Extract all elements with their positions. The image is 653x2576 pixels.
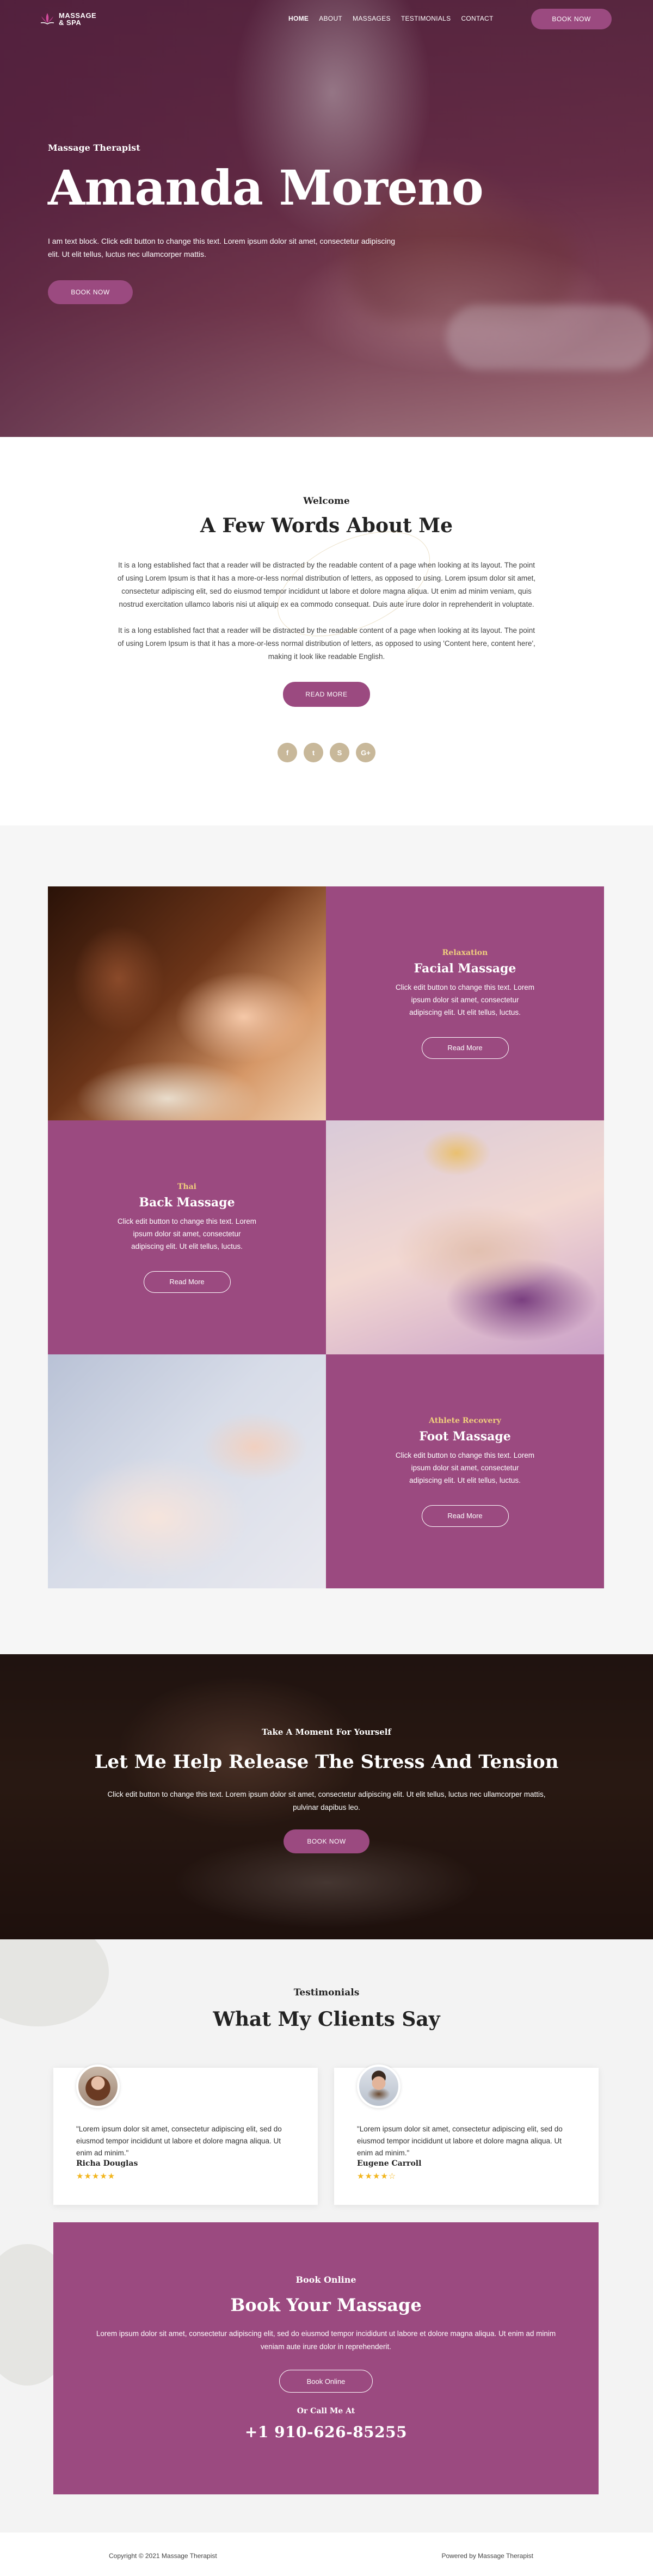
skype-icon[interactable]: S [330,743,349,762]
hero-section: MASSAGE & SPA HOME ABOUT MASSAGES TESTIM… [0,0,653,437]
hero-image-pillow [446,305,653,370]
star-rating-icon: ★★★★★ [76,2172,116,2181]
service-card-foot: Athlete Recovery Foot Massage Click edit… [326,1354,604,1588]
service-card-back: Thai Back Massage Click edit button to c… [48,1120,326,1354]
testimonial-cards: "Lorem ipsum dolor sit amet, consectetur… [53,2065,599,2205]
service-title: Foot Massage [419,1429,511,1444]
top-nav: MASSAGE & SPA HOME ABOUT MASSAGES TESTIM… [0,0,653,38]
avatar [76,2065,120,2108]
book-online-button[interactable]: Book Online [279,2370,373,2393]
facebook-icon[interactable]: f [278,743,297,762]
service-card-facial: Relaxation Facial Massage Click edit but… [326,886,604,1120]
testimonials-section: Testimonials What My Clients Say "Lorem … [0,1939,653,2532]
banner-text: Click edit button to change this text. L… [107,1790,546,1811]
call-label: Or Call Me At [297,2407,355,2415]
service-title: Facial Massage [414,961,516,976]
testimonial-card: "Lorem ipsum dolor sit amet, consectetur… [53,2065,318,2205]
twitter-icon[interactable]: t [304,743,323,762]
main-menu: HOME ABOUT MASSAGES TESTIMONIALS CONTACT [288,15,504,22]
hero-subtitle: Massage Therapist [48,143,140,153]
booking-text: Lorem ipsum dolor sit amet, consectetur … [96,2330,556,2351]
testimonial-quote: "Lorem ipsum dolor sit amet, consectetur… [76,2125,282,2157]
about-title: A Few Words About Me [200,514,453,537]
nav-about[interactable]: ABOUT [319,15,342,22]
google-plus-icon[interactable]: G+ [356,743,375,762]
powered-by-text: Powered by Massage Therapist [441,2552,533,2560]
hero-text: I am text block. Click edit button to ch… [48,237,396,258]
service-category: Athlete Recovery [429,1416,501,1425]
testimonial-author: Richa Douglas [76,2159,138,2168]
footer: Copyright © 2021 Massage Therapist Power… [0,2532,653,2576]
banner-content: Take A Moment For Yourself Let Me Help R… [0,1654,653,1853]
services-section: Relaxation Facial Massage Click edit but… [0,825,653,1654]
facial-read-more-button[interactable]: Read More [421,1037,509,1059]
facial-massage-image [48,886,326,1120]
copyright-text: Copyright © 2021 Massage Therapist [109,2552,217,2560]
hero-book-now-button[interactable]: BOOK NOW [48,280,133,304]
logo-line-2: & SPA [59,19,82,27]
hero-content: Massage Therapist Amanda Moreno I am tex… [48,143,484,304]
service-text: Click edit button to change this text. L… [395,983,535,1016]
star-rating-icon: ★★★★☆ [357,2172,397,2181]
testimonial-card: "Lorem ipsum dolor sit amet, consectetur… [334,2065,599,2205]
testimonial-author: Eugene Carroll [357,2159,422,2168]
logo-text: MASSAGE & SPA [59,12,96,26]
testimonials-label: Testimonials [293,1987,360,1998]
lotus-logo-icon [40,13,54,24]
back-massage-image [326,1120,604,1354]
testimonial-quote: "Lorem ipsum dolor sit amet, consectetur… [357,2125,563,2157]
foot-massage-image [48,1354,326,1588]
logo[interactable]: MASSAGE & SPA [39,11,96,27]
banner-subtitle: Take A Moment For Yourself [262,1727,391,1737]
banner-title: Let Me Help Release The Stress And Tensi… [94,1751,559,1773]
services-grid: Relaxation Facial Massage Click edit but… [48,886,604,1588]
cta-banner: Take A Moment For Yourself Let Me Help R… [0,1654,653,1939]
booking-title: Book Your Massage [230,2295,422,2315]
nav-massages[interactable]: MASSAGES [353,15,391,22]
service-title: Back Massage [139,1195,235,1210]
social-links: f t S G+ [0,743,653,762]
hero-title: Amanda Moreno [48,159,484,216]
nav-testimonials[interactable]: TESTIMONIALS [401,15,451,22]
testimonials-title: What My Clients Say [213,2008,440,2031]
service-text: Click edit button to change this text. L… [117,1217,257,1250]
about-section: Welcome A Few Words About Me It is a lon… [0,437,653,825]
service-category: Relaxation [442,948,488,957]
read-more-button[interactable]: READ MORE [283,682,370,707]
booking-panel: Book Online Book Your Massage Lorem ipsu… [53,2222,599,2494]
nav-home[interactable]: HOME [288,15,309,22]
service-category: Thai [177,1182,196,1191]
booking-subtitle: Book Online [295,2275,356,2285]
banner-book-now-button[interactable]: BOOK NOW [284,1829,369,1853]
phone-number[interactable]: +1 910-626-85255 [53,2423,599,2441]
nav-contact[interactable]: CONTACT [461,15,493,22]
service-text: Click edit button to change this text. L… [395,1451,535,1484]
foot-read-more-button[interactable]: Read More [421,1505,509,1527]
nav-book-now-button[interactable]: BOOK NOW [531,9,612,29]
avatar [357,2065,401,2108]
about-label: Welcome [303,496,350,507]
back-read-more-button[interactable]: Read More [143,1271,231,1293]
